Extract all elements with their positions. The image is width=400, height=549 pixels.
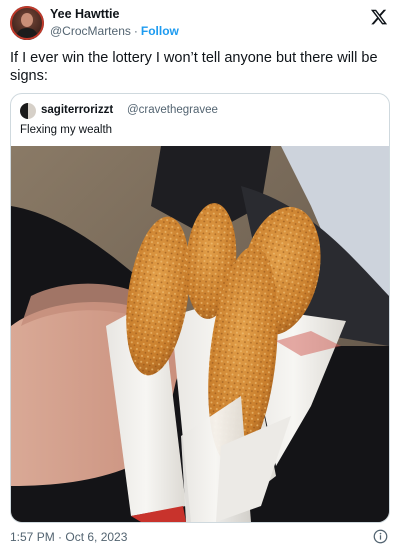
tweet-footer: 1:57 PM · Oct 6, 2023 (10, 529, 390, 545)
tweet-card: Yee Hawttie @CrocMartens · Follow If I eve… (0, 0, 400, 549)
quoted-tweet-text: Flexing my wealth (20, 124, 113, 136)
separator-dot: · (133, 24, 138, 38)
follow-button[interactable]: Follow (141, 24, 179, 38)
x-logo-icon[interactable] (370, 8, 388, 26)
info-icon[interactable] (373, 529, 388, 544)
quoted-tweet[interactable]: sagiterrorizzt @cravethegravee Flexing m… (10, 93, 390, 523)
hash-brown-photo[interactable] (11, 146, 389, 522)
tweet-header: Yee Hawttie @CrocMartens · Follow (10, 6, 390, 40)
quoted-author-handle: @cravethegravee (127, 104, 218, 116)
author-handle[interactable]: @CrocMartens (50, 24, 131, 38)
quoted-author-name: sagiterrorizzt (41, 104, 114, 116)
author-handle-row: @CrocMartens · Follow (50, 24, 179, 38)
avatar[interactable] (10, 6, 44, 40)
tweet-text: If I ever win the lottery I won’t tell a… (10, 50, 378, 84)
author-name[interactable]: Yee Hawttie (50, 7, 119, 21)
timestamp[interactable]: 1:57 PM · Oct 6, 2023 (10, 530, 127, 544)
avatar-ring (10, 6, 44, 40)
quoted-avatar (20, 103, 36, 119)
